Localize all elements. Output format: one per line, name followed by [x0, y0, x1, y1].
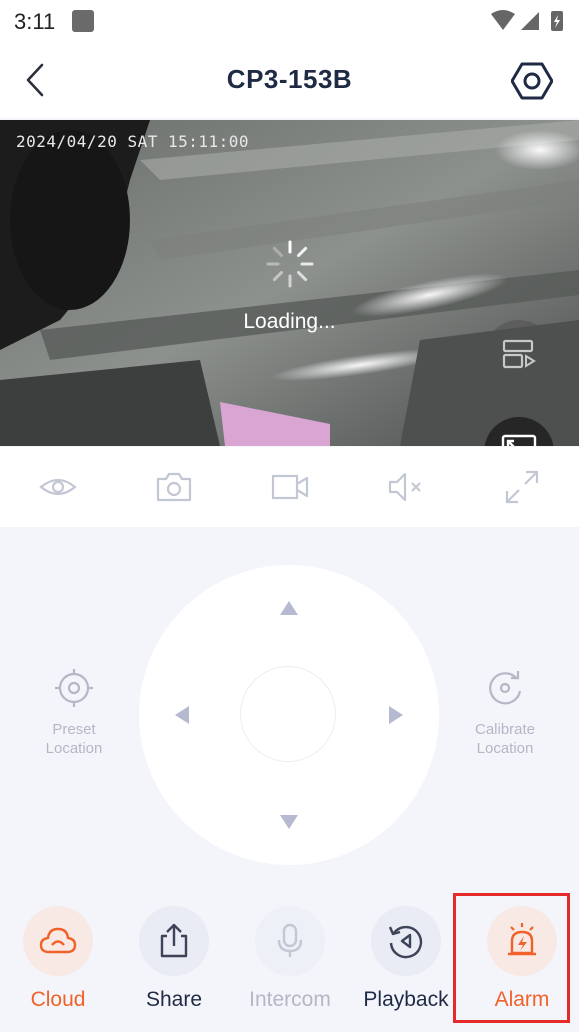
status-bar: 3:11 [0, 0, 579, 42]
loading-text: Loading... [243, 310, 336, 333]
playback-button[interactable]: Playback [348, 906, 464, 1012]
cloud-icon [39, 927, 77, 954]
share-button[interactable]: Share [116, 906, 232, 1012]
up-arrow-icon[interactable] [280, 601, 298, 615]
calibrate-refresh-icon [489, 671, 522, 705]
share-icon-circle [139, 906, 209, 976]
alarm-highlight-box [453, 893, 570, 1023]
page-title: CP3-153B [226, 64, 353, 94]
fullscreen-icon [505, 470, 539, 504]
cloud-label: Cloud [30, 988, 86, 1011]
view-eye-button[interactable] [38, 467, 78, 507]
direction-joystick[interactable] [139, 565, 439, 865]
down-arrow-icon[interactable] [280, 815, 298, 829]
ptz-control-area: Preset Location Calibrate Location [0, 527, 579, 892]
share-label: Share [145, 988, 203, 1011]
mute-button[interactable] [386, 467, 426, 507]
microphone-icon [277, 923, 303, 957]
video-toolbar [0, 447, 579, 527]
fullscreen-button[interactable] [502, 467, 542, 507]
video-player[interactable]: 2024/04/20 SAT 15:11:00 Loading... [0, 120, 579, 446]
snapshot-button[interactable] [154, 467, 194, 507]
signal-icon [521, 12, 539, 30]
playback-label: Playback [363, 988, 449, 1011]
playback-history-icon [388, 925, 423, 959]
joystick-center [240, 666, 336, 762]
intercom-label: Intercom [249, 988, 331, 1011]
playlist-icon [502, 339, 536, 369]
top-app-bar: CP3-153B [0, 42, 579, 118]
cloud-button[interactable]: Cloud [0, 906, 116, 1012]
left-arrow-icon[interactable] [175, 706, 189, 724]
multi-view-button[interactable] [484, 320, 554, 390]
record-button[interactable] [270, 467, 310, 507]
calibrate-location-button[interactable]: Calibrate Location [450, 667, 560, 758]
right-arrow-icon[interactable] [389, 706, 403, 724]
system-status-icons [491, 10, 563, 31]
preset-location-label: Preset Location [45, 721, 103, 757]
speaker-muted-icon [388, 472, 421, 502]
wifi-icon [491, 10, 515, 30]
settings-gear-icon[interactable] [511, 62, 553, 100]
video-camera-icon [271, 474, 309, 500]
intercom-icon-circle [255, 906, 325, 976]
cloud-icon-circle [23, 906, 93, 976]
preset-location-button[interactable]: Preset Location [19, 667, 129, 758]
camera-icon [156, 472, 192, 502]
calibrate-location-label: Calibrate Location [474, 721, 536, 757]
intercom-button[interactable]: Intercom [232, 906, 348, 1012]
share-icon [160, 923, 188, 958]
crosshair-target-icon [55, 669, 93, 707]
loading-spinner-icon [266, 240, 314, 288]
eye-icon [39, 478, 77, 496]
notification-icon [72, 10, 94, 32]
status-time: 3:11 [14, 9, 56, 34]
playback-icon-circle [371, 906, 441, 976]
picture-in-picture-icon [501, 434, 537, 446]
video-timestamp: 2024/04/20 SAT 15:11:00 [16, 132, 250, 151]
